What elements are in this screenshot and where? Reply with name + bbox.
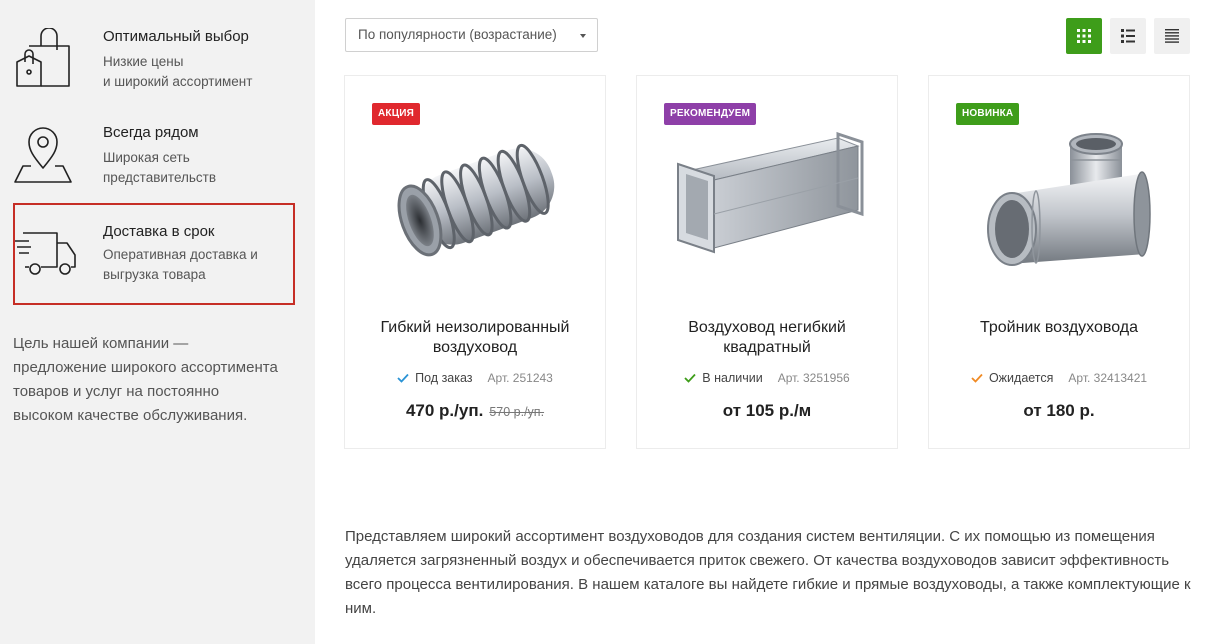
price: от 180 р. [929,401,1189,421]
feature-title: Оптимальный выбор [103,28,249,45]
feature-description-line: и широкий ассортимент [103,74,253,89]
square-duct-image[interactable] [668,124,868,274]
price: от 105 р./м [637,401,897,421]
product-name-line: квадратный [723,339,811,356]
product-name[interactable]: Воздуховод негибкий квадратный [647,318,887,358]
feature-description-line: представительств [103,170,217,185]
product-name[interactable]: Тройник воздуховода [939,318,1179,338]
feature-delivery-on-time[interactable]: Доставка в срок Оперативная доставка и в… [13,203,295,305]
product-card[interactable]: РЕКОМЕНДУЕМ Воздуховод негибкий квадратн… [636,75,898,449]
article-number: Арт. 251243 [487,371,553,385]
current-price: от 105 р./м [722,401,812,420]
product-name-line: воздуховод [432,339,518,356]
feature-title: Доставка в срок [103,223,215,240]
sort-select[interactable]: По популярности (возрастание) [345,18,598,52]
status-text: Под заказ [415,371,473,385]
availability-status: Под заказ Арт. 251243 [345,371,605,385]
product-card[interactable]: НОВИНКА Тройник воздуховода Ожидается Ар… [928,75,1190,449]
delivery-truck-icon [15,229,77,293]
sidebar: Оптимальный выбор Низкие цены и широкий … [0,0,315,644]
status-text: В наличии [702,371,763,385]
feature-description-line: Широкая сеть [103,150,190,165]
product-name-line: Тройник воздуховода [979,319,1138,336]
product-card[interactable]: АКЦИЯ Гибкий неизолированный воздуховод … [344,75,606,449]
product-name[interactable]: Гибкий неизолированный воздуховод [355,318,595,358]
sort-select-value: По популярности (возрастание) [358,27,557,42]
feature-always-near: Всегда рядом Широкая сеть представительс… [13,96,295,198]
current-price: 470 р./уп. [405,401,484,420]
list-view-button[interactable] [1110,18,1146,54]
catalog-description: Представляем широкий ассортимент воздухо… [345,528,1191,617]
product-name-line: Воздуховод негибкий [688,319,846,336]
table-view-icon [1165,29,1179,43]
feature-description: Низкие цены и широкий ассортимент [103,52,293,92]
promo-badge: АКЦИЯ [372,103,421,125]
article-number: Арт. 3251956 [777,371,850,385]
feature-optimal-choice: Оптимальный выбор Низкие цены и широкий … [13,0,295,102]
feature-description-line: выгрузка товара [103,267,206,282]
flexible-duct-image[interactable] [376,124,576,274]
company-mission-text: Цель нашей компании — предложение широко… [13,335,278,424]
table-view-button[interactable] [1154,18,1190,54]
feature-title: Всегда рядом [103,124,199,141]
feature-description: Широкая сеть представительств [103,148,293,188]
list-view-icon [1121,29,1135,43]
feature-description-line: Низкие цены [103,54,184,69]
current-price: от 180 р. [1023,401,1095,420]
article-number: Арт. 32413421 [1068,371,1148,385]
product-name-line: Гибкий неизолированный [380,319,570,336]
check-icon [684,373,696,383]
status-text: Ожидается [988,371,1054,385]
feature-description: Оперативная доставка и выгрузка товара [103,245,293,285]
recommended-badge: РЕКОМЕНДУЕМ [664,103,757,125]
map-pin-icon [13,124,75,188]
availability-status: Ожидается Арт. 32413421 [929,371,1189,385]
old-price: 570 р./уп. [489,405,545,419]
feature-description-line: Оперативная доставка и [103,247,258,262]
check-icon [397,373,409,383]
shopping-bags-icon [13,27,75,92]
grid-view-icon [1077,29,1091,43]
price: 470 р./уп. 570 р./уп. [345,401,605,421]
chevron-down-icon [580,34,586,38]
grid-view-button[interactable] [1066,18,1102,54]
new-badge: НОВИНКА [956,103,1020,125]
availability-status: В наличии Арт. 3251956 [637,371,897,385]
tee-duct-image[interactable] [960,124,1160,274]
check-icon [971,373,983,383]
